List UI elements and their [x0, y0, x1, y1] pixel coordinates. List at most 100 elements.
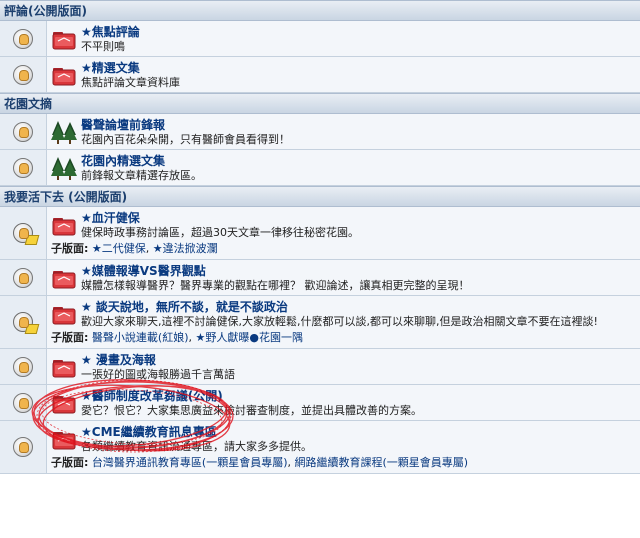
forum-title-link[interactable]: ★ 談天說地，無所不談，就是不談政治: [81, 300, 598, 314]
status-cell: [0, 57, 47, 92]
forum-title-link[interactable]: ★CME繼續教育訊息專區: [81, 425, 312, 439]
forum-info: ★ 漫畫及海報 一張好的圖或海報勝過千言萬語: [47, 349, 640, 384]
forum-text: 花園內精選文集 前鋒報文章精選存放區。: [81, 153, 202, 183]
forum-row: ★ 漫畫及海報 一張好的圖或海報勝過千言萬語: [0, 349, 640, 385]
status-cell: [0, 150, 47, 185]
trees-icon: [51, 121, 77, 144]
forum-heading: ★精選文集 焦點評論文章資料庫: [51, 60, 636, 90]
trees-icon: [51, 157, 77, 180]
no-new-posts-icon: [13, 392, 33, 413]
forum-title-link[interactable]: ★血汗健保: [81, 211, 359, 225]
no-new-posts-icon: [13, 64, 33, 85]
forum-title-link[interactable]: ★精選文集: [81, 61, 180, 75]
forum-info: ★血汗健保 健保時政事務討論區，超過30天文章一律移往秘密花園。子版面: ★二代健…: [47, 207, 640, 259]
forum-row: ★焦點評論 不平則鳴: [0, 21, 640, 57]
forum-description: 花園內百花朵朵開，只有醫師會員看得到！: [81, 133, 290, 146]
forum-text: ★ 漫畫及海報 一張好的圖或海報勝過千言萬語: [81, 352, 235, 382]
folder-icon: [52, 307, 76, 325]
subforum-label: 子版面:: [51, 456, 89, 469]
folder-icon: [52, 271, 76, 289]
folder-icon: [52, 360, 76, 378]
new-posts-icon: [13, 312, 33, 332]
forum-description: 前鋒報文章精選存放區。: [81, 169, 202, 182]
no-new-posts-icon: [13, 157, 33, 178]
subforum-link[interactable]: 醫聲小說連載(紅娘): [92, 331, 189, 344]
forum-index: 評論(公開版面) ★焦點評論 不平則鳴 ★精選文集 焦點評論文章資料庫花園文摘醫聲論壇前…: [0, 0, 640, 474]
forum-text: ★CME繼續教育訊息專區 各類繼續教育資訊流通專區，請大家多多提供。: [81, 424, 312, 454]
forum-info: ★精選文集 焦點評論文章資料庫: [47, 57, 640, 92]
new-posts-icon: [13, 223, 33, 243]
forum-text: ★血汗健保 健保時政事務討論區，超過30天文章一律移往秘密花園。: [81, 210, 359, 240]
subforum-label: 子版面:: [51, 242, 89, 255]
no-new-posts-icon: [13, 28, 33, 49]
forum-heading: ★媒體報導VS醫界觀點 媒體怎樣報導醫界？醫界專業的觀點在哪裡？ 歡迎論述，讓真相…: [51, 263, 636, 293]
forum-description: 歡迎大家來聊天,這裡不討論健保,大家放輕鬆,什麼都可以談,都可以來聊聊,但是政治…: [81, 315, 598, 328]
category-header: 評論(公開版面): [0, 0, 640, 21]
category-header: 我要活下去 (公開版面): [0, 186, 640, 207]
forum-heading: 花園內精選文集 前鋒報文章精選存放區。: [51, 153, 636, 183]
forum-row: ★CME繼續教育訊息專區 各類繼續教育資訊流通專區，請大家多多提供。子版面: 台灣…: [0, 421, 640, 474]
forum-info: ★CME繼續教育訊息專區 各類繼續教育資訊流通專區，請大家多多提供。子版面: 台灣…: [47, 421, 640, 473]
folder-icon: [52, 218, 76, 236]
subforum-list: 子版面: ★二代健保, ★違法掀波瀾: [51, 242, 218, 255]
forum-text: ★媒體報導VS醫界觀點 媒體怎樣報導醫界？醫界專業的觀點在哪裡？ 歡迎論述，讓真相…: [81, 263, 470, 293]
forum-title-link[interactable]: 花園內精選文集: [81, 154, 202, 168]
folder-icon: [52, 32, 76, 50]
forum-row: ★精選文集 焦點評論文章資料庫: [0, 57, 640, 93]
status-cell: [0, 385, 47, 420]
status-cell: [0, 260, 47, 295]
forum-info: ★ 談天說地，無所不談，就是不談政治 歡迎大家來聊天,這裡不討論健保,大家放輕鬆,…: [47, 296, 640, 348]
subforum-link[interactable]: ★野人獻曝●花園一隅: [196, 331, 303, 344]
subforum-list: 子版面: 台灣醫界通訊教育專區(一顆星會員專屬), 網路繼續教育課程(一顆星會員…: [51, 456, 469, 469]
forum-title-link[interactable]: ★醫師制度改革芻議(公開): [81, 389, 422, 403]
forum-title-link[interactable]: ★焦點評論: [81, 25, 140, 39]
forum-description: 媒體怎樣報導醫界？醫界專業的觀點在哪裡？ 歡迎論述，讓真相更完整的呈現！: [81, 279, 470, 292]
status-cell: [0, 114, 47, 149]
forum-heading: ★醫師制度改革芻議(公開) 愛它？恨它？大家集思廣益來檢討審查制度，並提出具體改善…: [51, 388, 636, 418]
forum-description: 愛它？恨它？大家集思廣益來檢討審查制度，並提出具體改善的方案。: [81, 404, 422, 417]
forum-text: ★ 談天說地，無所不談，就是不談政治 歡迎大家來聊天,這裡不討論健保,大家放輕鬆,…: [81, 299, 598, 329]
folder-icon: [52, 68, 76, 86]
forum-heading: ★血汗健保 健保時政事務討論區，超過30天文章一律移往秘密花園。: [51, 210, 636, 240]
no-new-posts-icon: [13, 437, 33, 457]
forum-description: 一張好的圖或海報勝過千言萬語: [81, 368, 235, 381]
forum-text: ★精選文集 焦點評論文章資料庫: [81, 60, 180, 90]
forum-info: 花園內精選文集 前鋒報文章精選存放區。: [47, 150, 640, 185]
forum-info: ★焦點評論 不平則鳴: [47, 21, 640, 56]
forum-title-link[interactable]: ★ 漫畫及海報: [81, 353, 235, 367]
forum-title-link[interactable]: ★媒體報導VS醫界觀點: [81, 264, 470, 278]
status-cell: [0, 21, 47, 56]
subforum-link[interactable]: 網路繼續教育課程(一顆星會員專屬): [295, 456, 469, 469]
subforum-label: 子版面:: [51, 331, 89, 344]
subforum-link[interactable]: 台灣醫界通訊教育專區(一顆星會員專屬): [92, 456, 288, 469]
forum-heading: 醫聲論壇前鋒報 花園內百花朵朵開，只有醫師會員看得到！: [51, 117, 636, 147]
subforum-link[interactable]: ★二代健保: [92, 242, 146, 255]
forum-description: 各類繼續教育資訊流通專區，請大家多多提供。: [81, 440, 312, 453]
no-new-posts-icon: [13, 121, 33, 142]
forum-row: 花園內精選文集 前鋒報文章精選存放區。: [0, 150, 640, 186]
subforum-link[interactable]: ★違法掀波瀾: [153, 242, 218, 255]
forum-title-link[interactable]: 醫聲論壇前鋒報: [81, 118, 290, 132]
no-new-posts-icon: [13, 267, 33, 288]
forum-row: ★媒體報導VS醫界觀點 媒體怎樣報導醫界？醫界專業的觀點在哪裡？ 歡迎論述，讓真相…: [0, 260, 640, 296]
forum-info: ★媒體報導VS醫界觀點 媒體怎樣報導醫界？醫界專業的觀點在哪裡？ 歡迎論述，讓真相…: [47, 260, 640, 295]
forum-row: ★ 談天說地，無所不談，就是不談政治 歡迎大家來聊天,這裡不討論健保,大家放輕鬆,…: [0, 296, 640, 349]
status-cell: [0, 207, 47, 259]
forum-description: 健保時政事務討論區，超過30天文章一律移往秘密花園。: [81, 226, 359, 239]
forum-heading: ★ 漫畫及海報 一張好的圖或海報勝過千言萬語: [51, 352, 636, 382]
forum-row: ★血汗健保 健保時政事務討論區，超過30天文章一律移往秘密花園。子版面: ★二代健…: [0, 207, 640, 260]
forum-heading: ★ 談天說地，無所不談，就是不談政治 歡迎大家來聊天,這裡不討論健保,大家放輕鬆,…: [51, 299, 636, 329]
folder-icon: [52, 432, 76, 450]
forum-description: 焦點評論文章資料庫: [81, 76, 180, 89]
subforum-list: 子版面: 醫聲小說連載(紅娘), ★野人獻曝●花園一隅: [51, 331, 303, 344]
forum-row: 醫聲論壇前鋒報 花園內百花朵朵開，只有醫師會員看得到！: [0, 114, 640, 150]
forum-info: 醫聲論壇前鋒報 花園內百花朵朵開，只有醫師會員看得到！: [47, 114, 640, 149]
status-cell: [0, 421, 47, 473]
category-header: 花園文摘: [0, 93, 640, 114]
forum-text: 醫聲論壇前鋒報 花園內百花朵朵開，只有醫師會員看得到！: [81, 117, 290, 147]
forum-text: ★焦點評論 不平則鳴: [81, 24, 140, 54]
forum-text: ★醫師制度改革芻議(公開) 愛它？恨它？大家集思廣益來檢討審查制度，並提出具體改善…: [81, 388, 422, 418]
status-cell: [0, 349, 47, 384]
no-new-posts-icon: [13, 356, 33, 377]
forum-heading: ★CME繼續教育訊息專區 各類繼續教育資訊流通專區，請大家多多提供。: [51, 424, 636, 454]
